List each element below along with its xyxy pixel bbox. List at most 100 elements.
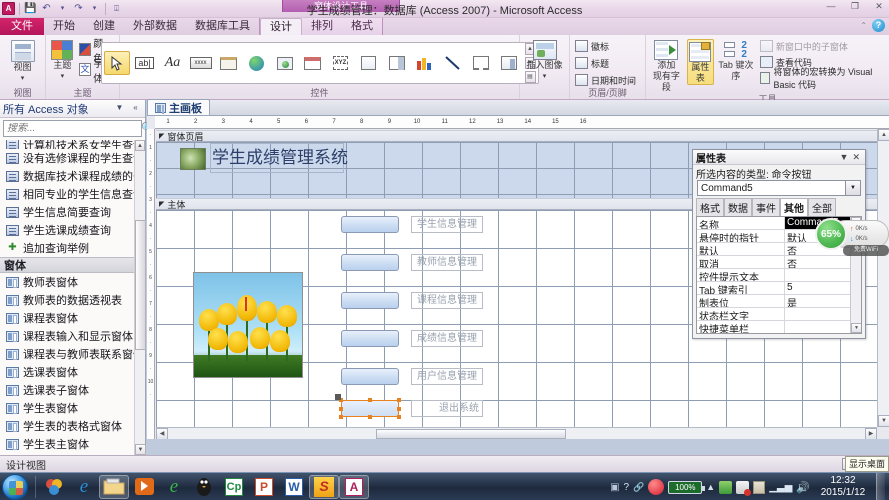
scroll-up-icon[interactable]: ▲ <box>878 129 889 141</box>
list-item[interactable]: 相同专业的学生信息查询 <box>0 185 145 203</box>
memory-percent-badge[interactable]: 65% <box>815 218 847 250</box>
scroll-up-icon[interactable]: ▲ <box>135 140 145 151</box>
label-course-management[interactable]: 课程信息管理 <box>411 292 483 309</box>
section-bar-form-header[interactable]: ◤ 窗体页眉 <box>156 130 877 142</box>
form-logo-image[interactable] <box>180 148 206 170</box>
list-item[interactable]: 选课表子窗体 <box>0 381 145 399</box>
command-button-teacher[interactable] <box>341 254 399 271</box>
chevron-down-icon[interactable]: ▼ <box>838 152 851 162</box>
scroll-down-icon[interactable]: ▼ <box>135 444 146 455</box>
list-item[interactable]: 学生表窗体 <box>0 399 145 417</box>
tab-data[interactable]: 数据 <box>724 198 752 216</box>
scroll-right-icon[interactable]: ▶ <box>865 428 877 439</box>
document-tab-main-panel[interactable]: 主画板 <box>147 99 210 115</box>
camera-icon[interactable]: ▣ <box>610 482 619 493</box>
property-row[interactable]: 快捷菜单栏 <box>697 321 861 333</box>
scrollbar-thumb[interactable] <box>376 429 566 439</box>
scroll-down-icon[interactable]: ▼ <box>851 323 861 333</box>
command-button-course[interactable] <box>341 292 399 309</box>
section-expand-icon[interactable]: ◤ <box>159 132 164 140</box>
option-group-icon[interactable] <box>272 51 298 75</box>
windows-start-orb[interactable] <box>2 473 28 500</box>
theme-button[interactable]: 主题 ▾ <box>49 39 76 82</box>
combo-box-icon[interactable] <box>384 51 410 75</box>
chevron-down-icon[interactable]: ▼ <box>113 102 126 115</box>
form-title-label[interactable]: 学生成绩管理系统 <box>212 144 348 172</box>
property-row[interactable]: 状态栏文字 <box>697 308 861 321</box>
internet-explorer-icon[interactable]: e <box>69 475 99 499</box>
show-desktop-button[interactable] <box>876 473 885 500</box>
label-icon[interactable]: Aa <box>160 51 186 75</box>
scroll-left-icon[interactable]: ◀ <box>156 428 168 439</box>
selection-move-anchor[interactable] <box>335 394 341 400</box>
tab-arrange[interactable]: 排列 <box>302 18 342 35</box>
battery-indicator[interactable]: 100% <box>668 480 706 494</box>
list-item[interactable]: ✚ 追加查询举例 <box>0 239 145 257</box>
list-item[interactable]: 学生信息简要查询 <box>0 203 145 221</box>
help-icon[interactable]: ? <box>872 19 885 32</box>
resize-handle[interactable] <box>397 415 401 419</box>
tab-home[interactable]: 开始 <box>44 18 84 35</box>
navigation-icon[interactable] <box>496 51 522 75</box>
chevron-down-icon[interactable]: ▾ <box>543 71 547 82</box>
scrollbar-thumb[interactable] <box>135 220 146 350</box>
view-button[interactable]: 视图 ▾ <box>2 39 44 84</box>
tab-format[interactable]: 格式 <box>342 18 382 35</box>
word-icon[interactable]: W <box>279 475 309 499</box>
double-chevron-left-icon[interactable]: « <box>129 102 142 115</box>
tulips-image[interactable] <box>193 272 303 378</box>
property-sheet-button[interactable]: 属性表 <box>686 39 714 85</box>
navigation-search-box[interactable]: 🔍 <box>3 120 153 137</box>
list-item[interactable]: 学生选课成绩查询 <box>0 221 145 239</box>
help-icon[interactable]: ? <box>624 482 630 493</box>
list-item[interactable]: 计算机技术系女学生查询 <box>0 140 145 149</box>
resize-handle[interactable] <box>339 415 343 419</box>
datetime-button[interactable]: 日期和时间 <box>575 73 636 87</box>
search-input[interactable] <box>7 123 141 134</box>
list-item[interactable]: 选课表窗体 <box>0 363 145 381</box>
tab-other[interactable]: 其他 <box>780 198 808 216</box>
antivirus-icon[interactable] <box>736 480 752 496</box>
property-row[interactable]: Tab 键索引 5 <box>697 282 861 295</box>
collapse-ribbon-icon[interactable]: ⌃ <box>860 21 867 30</box>
tab-all[interactable]: 全部 <box>808 198 836 216</box>
list-item[interactable]: 数据库技术课程成绩的干... <box>0 167 145 185</box>
action-center-icon[interactable] <box>719 480 733 494</box>
captivate-cp-icon[interactable]: Cp <box>219 475 249 499</box>
resize-handle[interactable] <box>397 407 401 411</box>
file-explorer-icon[interactable] <box>99 474 129 499</box>
hyperlink-icon[interactable] <box>244 51 270 75</box>
scroll-down-icon[interactable]: ▼ <box>878 415 889 427</box>
minimize-button[interactable]: — <box>824 1 838 12</box>
subform-in-new-window-button[interactable]: 新窗口中的子窗体 <box>759 39 886 53</box>
navigation-group-forms[interactable]: 窗体 ⌃ <box>0 257 145 273</box>
list-item[interactable]: 教师表的数据透视表 <box>0 291 145 309</box>
subform-icon[interactable] <box>300 51 326 75</box>
tab-database-tools[interactable]: 数据库工具 <box>186 18 259 35</box>
list-item[interactable]: 课程表与教师表联系窗体 <box>0 345 145 363</box>
browser-e-icon[interactable]: e <box>159 475 189 499</box>
button-icon[interactable]: xxxx <box>188 51 214 75</box>
gift-icon[interactable] <box>648 479 665 495</box>
clipboard-icon[interactable] <box>753 480 766 494</box>
property-object-selector[interactable]: Command5 ▼ <box>697 180 861 196</box>
label-score-management[interactable]: 成绩信息管理 <box>411 330 483 347</box>
free-wifi-button[interactable]: 免费WiFi <box>843 245 889 256</box>
close-button[interactable]: ✕ <box>872 1 886 12</box>
media-player-icon[interactable] <box>129 475 159 499</box>
volume-icon[interactable]: 🔊 <box>796 481 810 494</box>
powerpoint-icon[interactable]: P <box>249 475 279 499</box>
tab-create[interactable]: 创建 <box>84 18 124 35</box>
select-pointer-icon[interactable] <box>103 51 130 75</box>
command-button-student[interactable] <box>341 216 399 233</box>
tab-file[interactable]: 文件 <box>0 18 44 35</box>
tab-order-button[interactable]: 2 2 Tab 键次序 <box>717 39 755 82</box>
resize-handle[interactable] <box>368 398 372 402</box>
command-button-user[interactable] <box>341 368 399 385</box>
list-item[interactable]: 学生表的表格式窗体 <box>0 417 145 435</box>
controls-gallery[interactable]: ab| Aa xxxx XYZ ▲ ▼ ▤ <box>100 42 539 84</box>
chevron-down-icon[interactable]: ▼ <box>845 181 860 195</box>
chevron-up-icon[interactable]: ▲ <box>706 482 715 492</box>
security-shield-icon[interactable] <box>39 475 69 499</box>
chevron-down-icon[interactable]: ▾ <box>21 73 25 84</box>
